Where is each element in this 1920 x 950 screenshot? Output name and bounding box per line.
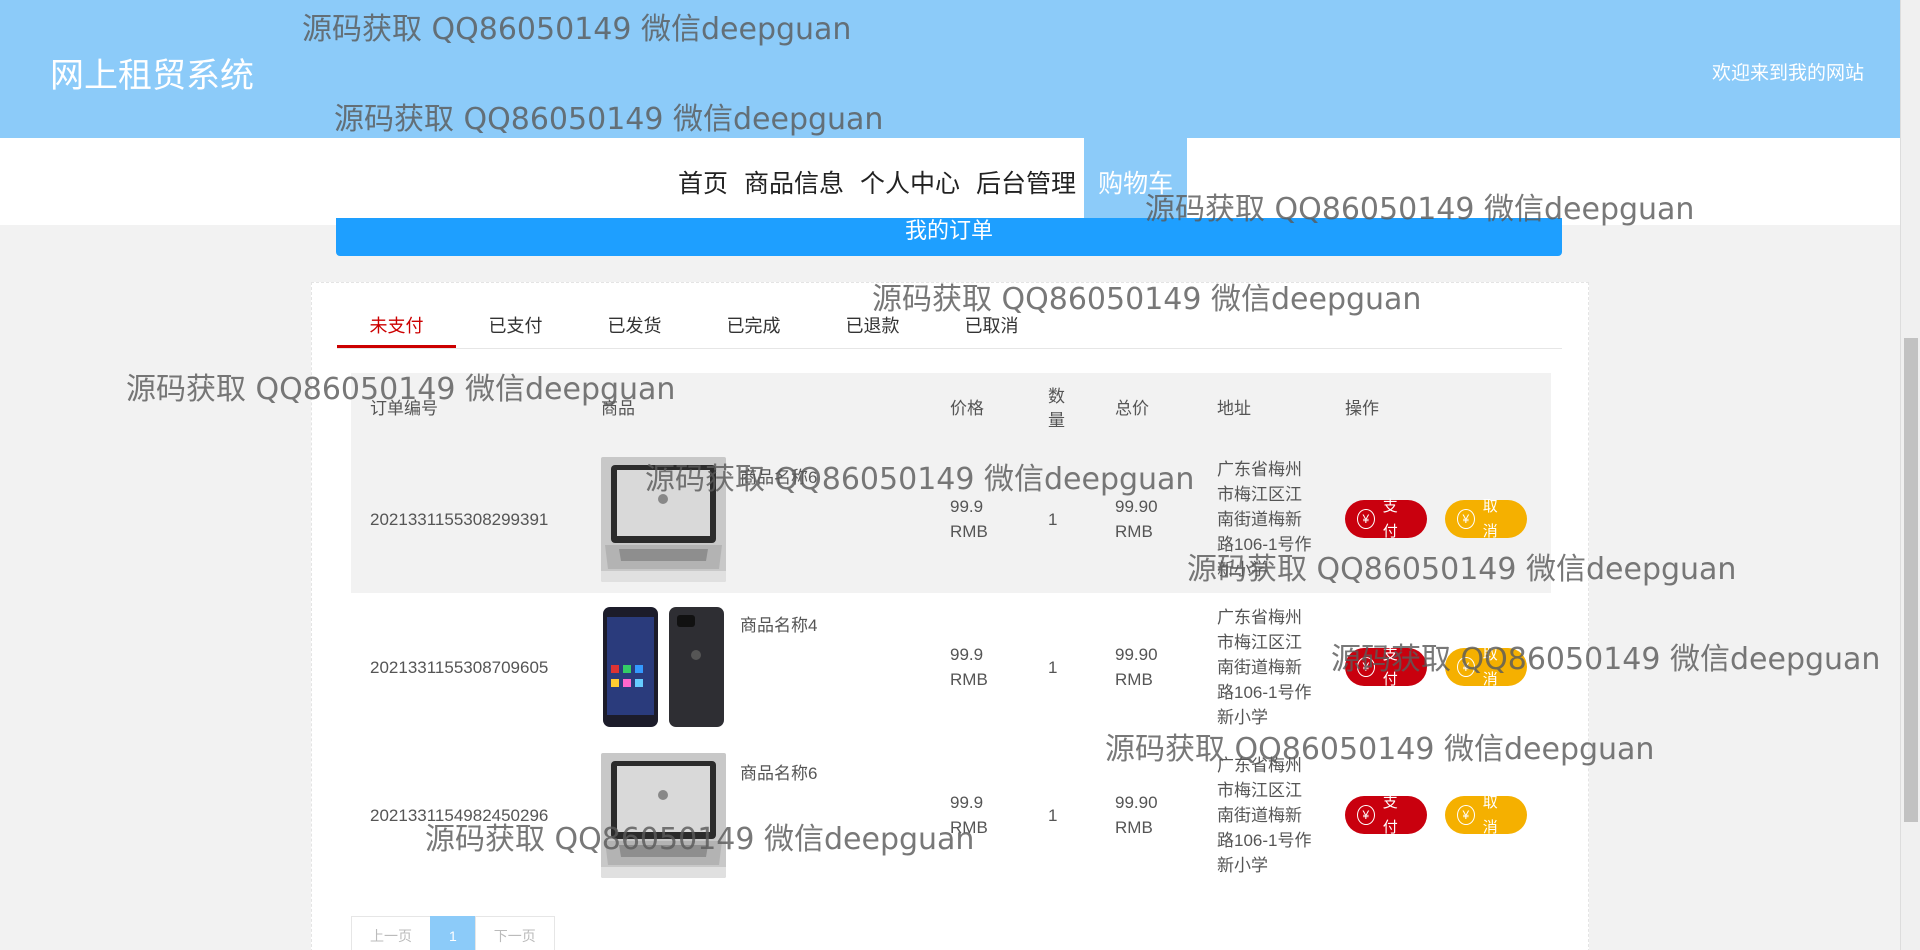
welcome-text: 欢迎来到我的网站 — [1711, 62, 1864, 84]
yen-icon: ¥ — [1357, 657, 1375, 677]
address: 广东省梅州市梅江区江南街道梅新路106-1号作新小学 — [1217, 459, 1312, 579]
order-id: 2021331154982450296 — [370, 805, 549, 825]
address: 广东省梅州市梅江区江南街道梅新路106-1号作新小学 — [1217, 755, 1312, 875]
price: 99.9 RMB — [950, 497, 988, 541]
main-nav: 首页 商品信息 个人中心 后台管理 购物车 — [0, 138, 1900, 225]
cancel-label: 取消 — [1482, 498, 1498, 540]
pay-label: 支付 — [1382, 794, 1398, 836]
pay-label: 支付 — [1382, 498, 1398, 540]
order-status-tabs: 未支付 已支付 已发货 已完成 已退款 已取消 — [337, 305, 1562, 349]
pay-button[interactable]: ¥ 支付 — [1345, 646, 1427, 688]
header-goods: 商品 — [601, 399, 635, 418]
top-header: 网上租贸系统 欢迎来到我的网站 — [0, 0, 1900, 138]
address: 广东省梅州市梅江区江南街道梅新路106-1号作新小学 — [1217, 607, 1312, 727]
cancel-button[interactable]: ¥ 取消 — [1445, 646, 1527, 688]
table-row: 2021331155308299391 商品名称6 99.9 RMB 1 99.… — [351, 445, 1551, 593]
table-row: 2021331154982450296 商品名称6 99.9 RMB 1 99.… — [351, 741, 1551, 889]
nav-item-cart[interactable]: 购物车 — [1084, 138, 1188, 225]
cancel-label: 取消 — [1482, 794, 1498, 836]
goods-name[interactable]: 商品名称6 — [740, 465, 817, 490]
page-scrollbar[interactable] — [1900, 0, 1920, 950]
phone-image[interactable] — [601, 604, 726, 730]
cancel-button[interactable]: ¥ 取消 — [1445, 498, 1527, 540]
row-actions: ¥ 支付 ¥ 取消 — [1345, 593, 1545, 741]
tab-refunded[interactable]: 已退款 — [813, 305, 932, 348]
next-page-button[interactable]: 下一页 — [474, 916, 555, 950]
table-header: 订单编号 商品 价格 数量 总价 地址 操作 — [351, 373, 1551, 445]
price: 99.9 RMB — [950, 645, 988, 689]
page-number-button[interactable]: 1 — [430, 916, 476, 950]
tab-paid[interactable]: 已支付 — [456, 305, 575, 348]
table-row: 2021331155308709605 商品名称4 99.9 RMB 1 99.… — [351, 593, 1551, 741]
tab-cancelled[interactable]: 已取消 — [932, 305, 1051, 348]
laptop-image[interactable] — [601, 752, 726, 878]
prev-page-button[interactable]: 上一页 — [351, 916, 431, 950]
yen-icon: ¥ — [1457, 657, 1475, 677]
yen-icon: ¥ — [1357, 509, 1375, 529]
tab-unpaid[interactable]: 未支付 — [337, 305, 456, 348]
header-order-id: 订单编号 — [370, 399, 438, 418]
quantity: 1 — [1048, 657, 1058, 677]
order-id: 2021331155308299391 — [370, 509, 549, 529]
cancel-label: 取消 — [1482, 646, 1498, 688]
pagination: 上一页 1 下一页 — [351, 916, 555, 950]
quantity: 1 — [1048, 805, 1058, 825]
nav-item-admin[interactable]: 后台管理 — [968, 138, 1084, 225]
site-brand[interactable]: 网上租贸系统 — [50, 48, 254, 97]
pay-label: 支付 — [1382, 646, 1398, 688]
row-actions: ¥ 支付 ¥ 取消 — [1345, 445, 1545, 593]
goods-cell: 商品名称4 — [601, 593, 951, 741]
scrollbar-thumb[interactable] — [1904, 338, 1918, 822]
quantity: 1 — [1048, 509, 1058, 529]
yen-icon: ¥ — [1357, 805, 1375, 825]
nav-item-home[interactable]: 首页 — [670, 138, 736, 225]
header-qty: 数量 — [1048, 387, 1065, 430]
pay-button[interactable]: ¥ 支付 — [1345, 498, 1427, 540]
my-orders-banner: 我的订单 — [336, 218, 1562, 256]
nav-item-profile[interactable]: 个人中心 — [852, 138, 968, 225]
nav-item-goods[interactable]: 商品信息 — [736, 138, 852, 225]
my-orders-title: 我的订单 — [904, 218, 993, 243]
order-id: 2021331155308709605 — [370, 657, 549, 677]
goods-cell: 商品名称6 — [601, 445, 951, 593]
pay-button[interactable]: ¥ 支付 — [1345, 794, 1427, 836]
goods-cell: 商品名称6 — [601, 741, 951, 889]
price: 99.9 RMB — [950, 793, 988, 837]
header-ops: 操作 — [1345, 399, 1379, 418]
header-address: 地址 — [1217, 399, 1251, 418]
header-price: 价格 — [950, 399, 984, 418]
total-price: 99.90 RMB — [1115, 497, 1158, 541]
tab-completed[interactable]: 已完成 — [694, 305, 813, 348]
total-price: 99.90 RMB — [1115, 645, 1158, 689]
yen-icon: ¥ — [1457, 805, 1475, 825]
tab-shipped[interactable]: 已发货 — [575, 305, 694, 348]
row-actions: ¥ 支付 ¥ 取消 — [1345, 741, 1545, 889]
header-total: 总价 — [1115, 399, 1149, 418]
orders-table: 订单编号 商品 价格 数量 总价 地址 操作 20213311553082993… — [351, 373, 1551, 889]
laptop-image[interactable] — [601, 456, 726, 582]
total-price: 99.90 RMB — [1115, 793, 1158, 837]
cancel-button[interactable]: ¥ 取消 — [1445, 794, 1527, 836]
goods-name[interactable]: 商品名称4 — [740, 613, 817, 638]
yen-icon: ¥ — [1457, 509, 1475, 529]
goods-name[interactable]: 商品名称6 — [740, 761, 817, 786]
orders-panel: 未支付 已支付 已发货 已完成 已退款 已取消 订单编号 商品 价格 数量 总价… — [311, 282, 1589, 950]
